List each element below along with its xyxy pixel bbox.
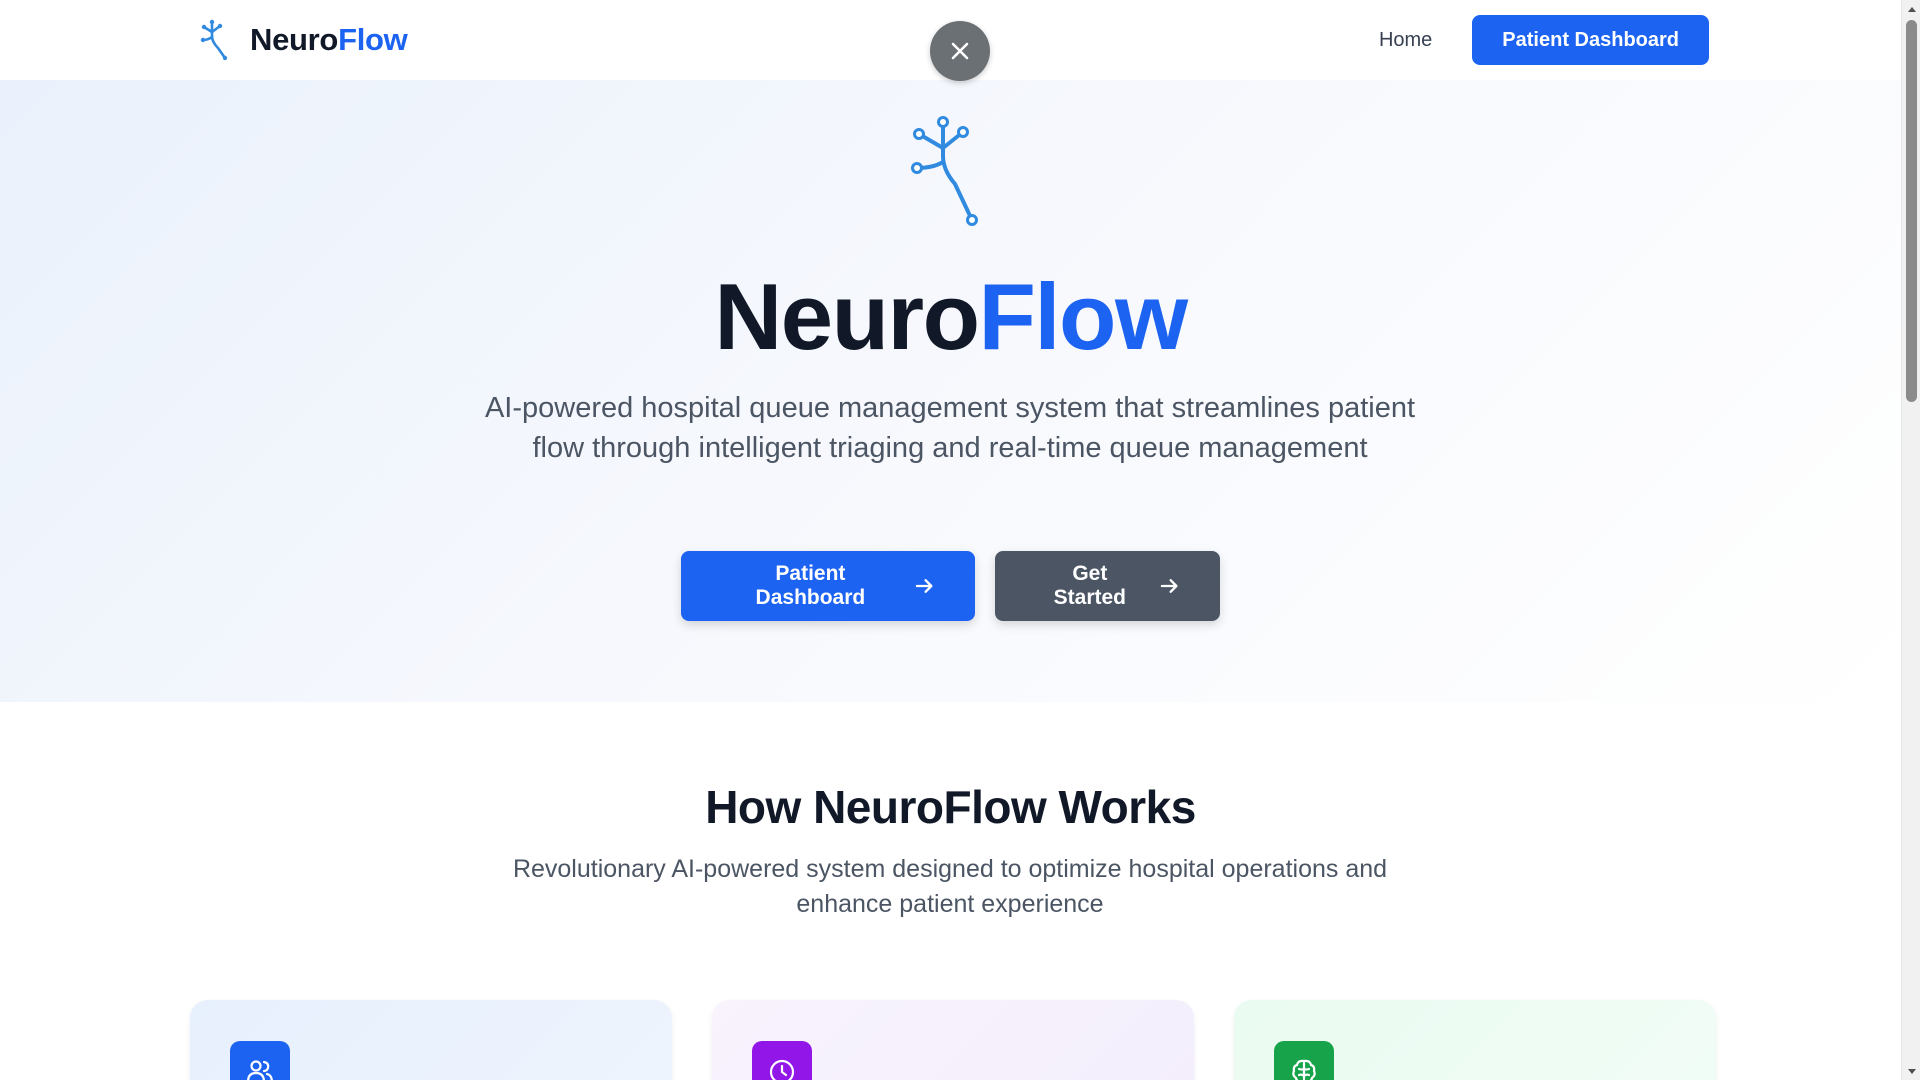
nav-home-link[interactable]: Home [1379, 29, 1432, 52]
patient-dashboard-label: Patient Dashboard [755, 562, 866, 609]
feature-cards [190, 1000, 1716, 1080]
section-title: How NeuroFlow Works [705, 781, 1196, 833]
feature-card-ai [1234, 1000, 1716, 1080]
arrow-right-icon [915, 579, 933, 593]
hero-title: NeuroFlow [0, 265, 1901, 368]
brain-icon [1274, 1041, 1334, 1080]
scroll-down-arrow-icon[interactable] [1902, 1063, 1920, 1080]
page-scrollbar[interactable] [1901, 0, 1920, 1080]
get-started-button[interactable]: Get Started [995, 551, 1220, 621]
hero-subtitle: AI-powered hospital queue management sys… [484, 392, 1416, 464]
hero-actions: Patient Dashboard Get Started [0, 551, 1901, 621]
close-icon [951, 42, 969, 60]
patient-dashboard-button[interactable]: Patient Dashboard [681, 551, 975, 621]
get-started-label: Get Started [1053, 562, 1127, 609]
brand-name: NeuroFlow [250, 22, 408, 58]
hero-section: NeuroFlow AI-powered hospital queue mana… [0, 80, 1901, 702]
landing-page: NeuroFlow Home Patient Dashboard NeuroFl… [0, 0, 1901, 1080]
neuron-hero-icon [911, 116, 978, 226]
hero-title-part1: Neuro [714, 264, 980, 369]
brand-name-part1: Neuro [250, 22, 339, 57]
feature-card-queue [190, 1000, 672, 1080]
section-subtitle: Revolutionary AI-powered system designed… [512, 855, 1388, 918]
nav-patient-dashboard-button[interactable]: Patient Dashboard [1472, 15, 1709, 65]
neuron-logo-icon [200, 19, 228, 61]
main-nav: Home Patient Dashboard [1379, 15, 1709, 65]
feature-card-time [712, 1000, 1194, 1080]
users-icon [230, 1041, 290, 1080]
close-button[interactable] [930, 21, 990, 81]
clock-icon [752, 1041, 812, 1080]
scroll-up-arrow-icon[interactable] [1902, 0, 1920, 17]
scrollbar-thumb[interactable] [1906, 20, 1917, 402]
brand[interactable]: NeuroFlow [198, 18, 408, 62]
hero-title-part2: Flow [978, 264, 1189, 369]
arrow-right-icon [1160, 579, 1178, 593]
brand-name-part2: Flow [338, 22, 408, 57]
